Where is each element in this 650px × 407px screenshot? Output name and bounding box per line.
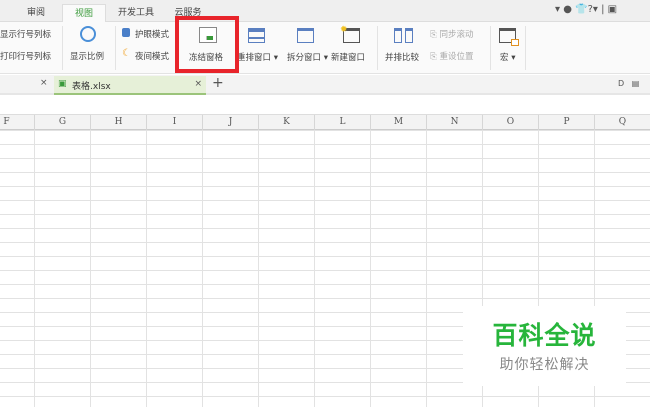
spreadsheet-file-icon: ▣ [58, 79, 67, 89]
column-header-J[interactable]: J [203, 115, 259, 130]
close-document-icon[interactable]: × [194, 79, 202, 89]
macro-button[interactable]: 宏 ▾ [500, 51, 515, 63]
column-header-L[interactable]: L [315, 115, 371, 130]
document-tab[interactable]: ▣ 表格.xlsx × [54, 76, 206, 95]
ribbon: 显示行号列标 打印行号列标 显示比例 护眼模式 ☾ 夜间模式 冻结窗格 重排窗口… [0, 22, 650, 74]
column-header-M[interactable]: M [371, 115, 427, 130]
watermark-title: 百科全说 [492, 321, 597, 350]
feedback-icon[interactable]: ● [563, 4, 572, 15]
column-header-I[interactable]: I [147, 115, 203, 130]
tab-view[interactable]: 视图 [62, 4, 106, 22]
help-icon[interactable]: ? [588, 4, 593, 15]
column-gridline [34, 130, 35, 407]
side-by-side-button[interactable]: 并排比较 [385, 51, 419, 63]
column-header-K[interactable]: K [259, 115, 315, 130]
freeze-panes-highlight [175, 16, 239, 73]
close-tab-icon[interactable]: × [40, 78, 48, 88]
zoom-button[interactable]: 显示比例 [70, 50, 104, 62]
eye-protection-icon [122, 28, 130, 37]
split-window-button[interactable]: 拆分窗口 ▾ [287, 51, 328, 63]
column-header-G[interactable]: G [35, 115, 91, 130]
document-tab-label: 表格.xlsx [72, 82, 111, 92]
column-header-O[interactable]: O [483, 115, 539, 130]
night-mode-button[interactable]: 夜间模式 [135, 50, 173, 62]
doc-tools-icons[interactable]: D ▤ [618, 79, 639, 88]
column-gridline [426, 130, 427, 407]
moon-icon: ☾ [122, 48, 131, 59]
new-window-icon: ✹ [340, 25, 360, 43]
column-gridline [314, 130, 315, 407]
compare-icon-right [405, 28, 413, 43]
column-header-F[interactable]: F [0, 115, 35, 130]
column-gridline [146, 130, 147, 407]
column-gridline [370, 130, 371, 407]
macro-icon [499, 28, 519, 46]
column-gridline [90, 130, 91, 407]
column-gridline [258, 130, 259, 407]
column-header-N[interactable]: N [427, 115, 483, 130]
watermark-subtitle: 助你轻松解决 [499, 357, 590, 373]
column-header-row: FGHIJKLMNOPQ [0, 115, 650, 130]
top-right-icons[interactable]: ▾ ● 👕?▾ | ▣ [555, 4, 617, 15]
column-header-P[interactable]: P [539, 115, 595, 130]
formula-bar[interactable] [0, 97, 650, 115]
eye-mode-button[interactable]: 护眼模式 [135, 28, 173, 40]
compare-icon [394, 28, 402, 43]
show-row-col-checkbox[interactable]: 显示行号列标 [0, 28, 51, 40]
tab-review[interactable]: 审阅 [18, 4, 54, 22]
magnifier-icon [80, 26, 96, 42]
column-gridline [202, 130, 203, 407]
column-header-H[interactable]: H [91, 115, 147, 130]
new-window-button[interactable]: 新建窗口 [331, 51, 365, 63]
sync-scroll-icon: ⎘ [430, 30, 437, 40]
print-row-col-checkbox[interactable]: 打印行号列标 [0, 50, 51, 62]
reset-position-icon: ⎘ [430, 52, 437, 62]
arrange-window-button[interactable]: 重排窗口 ▾ [237, 51, 278, 63]
add-tab-button[interactable]: + [212, 75, 224, 91]
sync-scroll-button[interactable]: ⎘ 同步滚动 [430, 28, 474, 40]
reset-position-button[interactable]: ⎘ 重设位置 [430, 50, 474, 62]
arrange-window-icon [248, 28, 265, 43]
menu-tab-bar: 审阅 视图 开发工具 云服务 ▾ ● 👕?▾ | ▣ [0, 0, 650, 22]
watermark: 百科全说 助你轻松解决 [463, 306, 626, 386]
skin-icon[interactable]: 👕 [575, 4, 587, 15]
column-header-Q[interactable]: Q [595, 115, 650, 130]
document-tab-bar: × ▣ 表格.xlsx × + D ▤ [0, 75, 650, 95]
split-window-icon [297, 28, 314, 43]
tab-developer[interactable]: 开发工具 [112, 4, 160, 22]
